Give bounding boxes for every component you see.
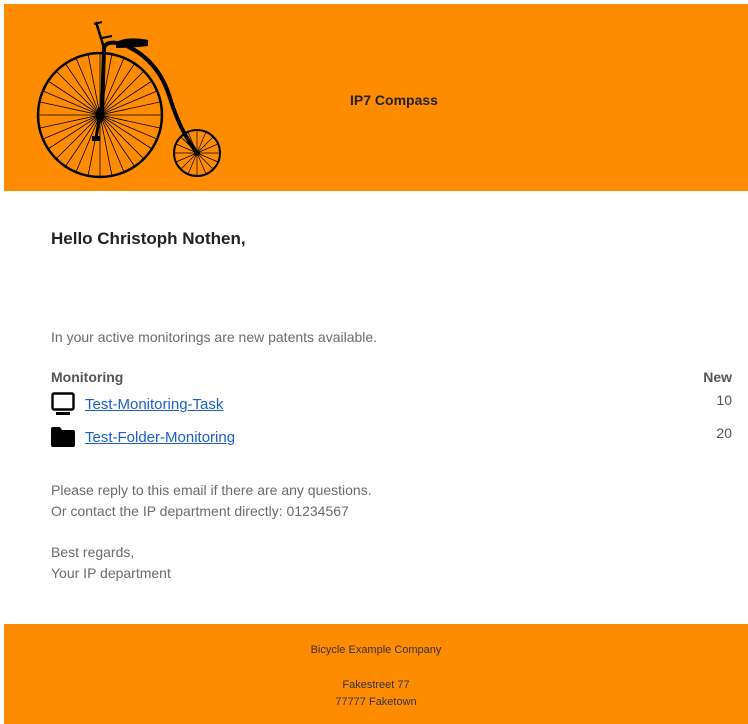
monitoring-link-test-folder-monitoring[interactable]: Test-Folder-Monitoring [85,429,235,446]
contact-paragraph: Please reply to this email if there are … [51,480,372,522]
folder-icon [51,427,75,447]
contact-line: Or contact the IP department directly: 0… [51,503,349,519]
app-title: IP7 Compass [350,92,438,108]
monitor-icon [51,392,75,415]
monitoring-link-test-monitoring-task[interactable]: Test-Monitoring-Task [85,396,223,413]
intro-text: In your active monitorings are new paten… [51,329,378,345]
column-header-new: New [703,369,732,385]
email-footer: Bicycle Example Company Fakestreet 77 77… [4,624,748,724]
greeting: Hello Christoph Nothen, [51,229,246,248]
new-count: 20 [716,425,732,441]
signoff-paragraph: Best regards, Your IP department [51,542,171,584]
signoff-line: Best regards, [51,544,135,560]
monitoring-table-header: Monitoring New [51,369,732,385]
footer-street: Fakestreet 77 [342,679,410,691]
table-row: Test-Monitoring-Task 10 [51,392,732,416]
penny-farthing-bicycle-icon [36,21,221,179]
footer-city: 77777 Faketown [335,696,417,708]
table-row: Test-Folder-Monitoring 20 [51,425,732,449]
column-header-monitoring: Monitoring [51,369,124,385]
footer-company: Bicycle Example Company [310,644,442,656]
contact-line: Please reply to this email if there are … [51,482,372,498]
signoff-line: Your IP department [51,565,171,581]
email-header: IP7 Compass [4,4,748,191]
new-count: 10 [716,392,732,408]
